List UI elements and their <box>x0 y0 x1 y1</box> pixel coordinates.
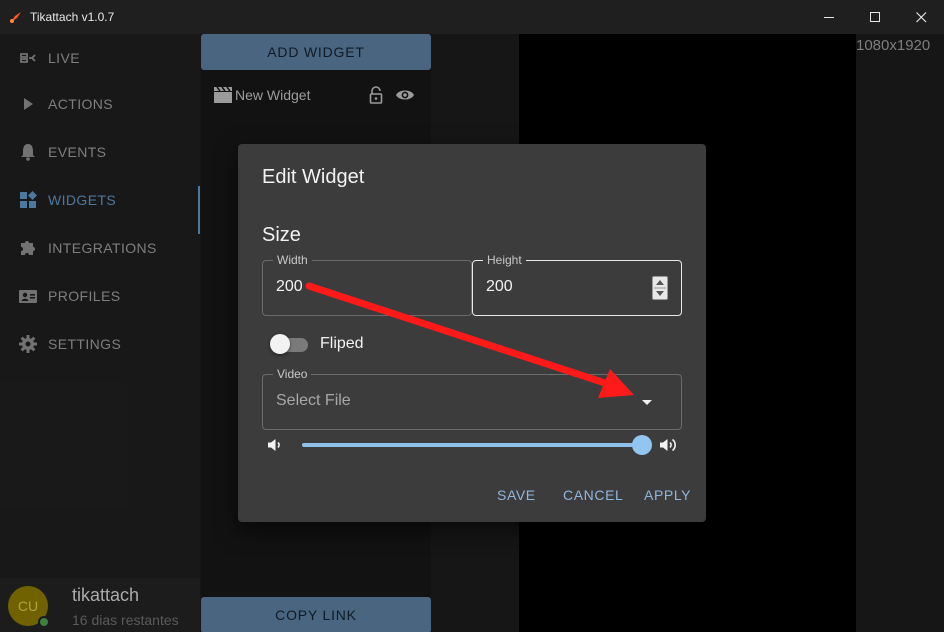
fliped-toggle[interactable] <box>270 334 290 354</box>
size-section-title: Size <box>262 224 301 246</box>
title-bar: Tikattach v1.0.7 <box>0 0 944 34</box>
video-select-placeholder: Select File <box>276 392 351 409</box>
cancel-button[interactable]: CANCEL <box>563 487 623 503</box>
minimize-button[interactable] <box>806 0 852 34</box>
minimize-icon <box>823 16 834 18</box>
height-field[interactable]: Height 200 <box>472 253 682 316</box>
width-field[interactable]: Width 200 <box>262 253 472 316</box>
video-field-label: Video <box>273 367 312 381</box>
dialog-title: Edit Widget <box>262 166 365 188</box>
volume-slider-thumb[interactable] <box>632 435 652 455</box>
window-title: Tikattach v1.0.7 <box>30 10 115 24</box>
height-stepper[interactable] <box>652 276 668 300</box>
video-select[interactable]: Video Select File <box>262 367 682 430</box>
close-icon <box>915 11 926 22</box>
app-window: Tikattach v1.0.7 LIVE ACTIONS EVENTS WID… <box>0 0 944 632</box>
maximize-icon <box>869 11 880 22</box>
volume-low-icon[interactable] <box>266 436 284 454</box>
edit-widget-dialog: Edit Widget Size Width 200 Height 200 Fl… <box>238 144 706 522</box>
volume-high-icon[interactable] <box>659 436 679 454</box>
width-field-label: Width <box>273 253 312 267</box>
stepper-arrows-icon <box>654 280 666 296</box>
height-field-label: Height <box>483 253 526 267</box>
app-logo-icon <box>10 12 21 23</box>
fliped-label: Fliped <box>320 335 364 352</box>
apply-button[interactable]: APPLY <box>644 487 691 503</box>
height-input[interactable]: 200 <box>486 278 513 296</box>
chevron-down-icon[interactable] <box>642 400 652 405</box>
maximize-button[interactable] <box>852 0 898 34</box>
volume-slider-track[interactable] <box>302 443 642 447</box>
width-input[interactable]: 200 <box>276 278 303 296</box>
close-button[interactable] <box>898 0 944 34</box>
save-button[interactable]: SAVE <box>497 487 536 503</box>
